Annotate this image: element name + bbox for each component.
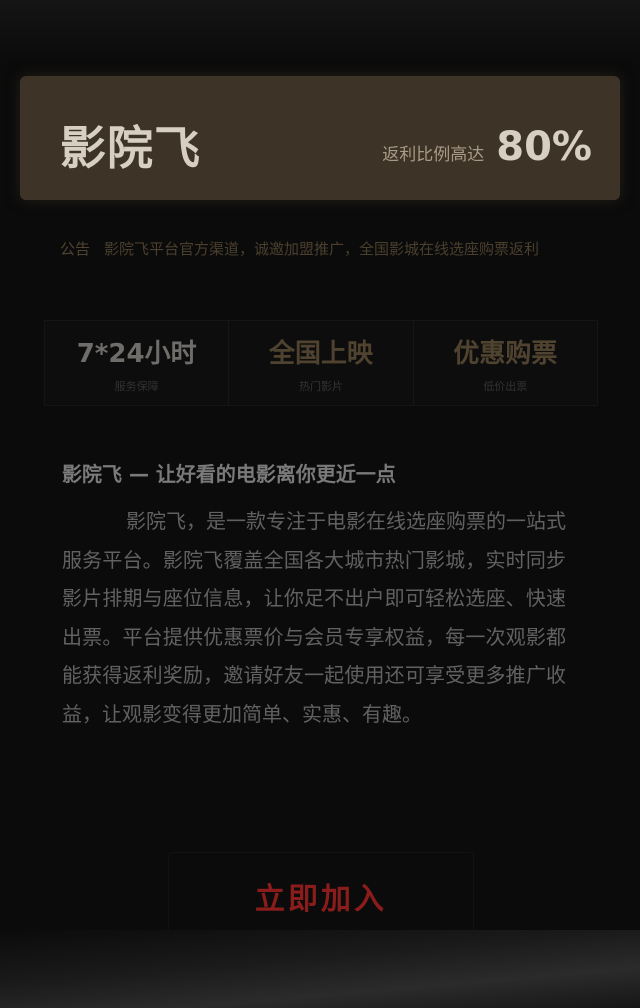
rebate-info: 返利比例高达 80% <box>382 124 592 170</box>
content-paragraph: 影院飞，是一款专注于电影在线选座购票的一站式服务平台。影院飞覆盖全国各大城市热门… <box>62 509 566 726</box>
floor-backdrop <box>0 930 640 1008</box>
rebate-subtitle: 返利比例高达 <box>382 145 485 165</box>
content-heading-text: 影院飞 — 让好看的电影离你更近一点 <box>62 462 396 486</box>
stat-value: 优惠购票 <box>453 338 558 369</box>
stat-discount: 优惠购票 低价出票 <box>412 321 597 405</box>
notice-tag: 公告 <box>60 240 91 258</box>
header-banner: 影院飞 返利比例高达 80% <box>20 76 620 200</box>
stat-movies: 全国上映 热门影片 <box>228 321 412 405</box>
notice-text: 影院飞平台官方渠道，诚邀加盟推广，全国影城在线选座购票返利 <box>104 240 540 258</box>
stat-label: 服务保障 <box>114 379 159 393</box>
notice-bar: 公告 影院飞平台官方渠道，诚邀加盟推广，全国影城在线选座购票返利 <box>60 238 590 259</box>
stat-service: 7*24小时 服务保障 <box>45 321 228 405</box>
rebate-percent: 80% <box>496 124 592 170</box>
content-heading: 影院飞 — 让好看的电影离你更近一点 <box>62 458 582 487</box>
header-title: 影院飞 <box>60 121 201 175</box>
stat-label: 低价出票 <box>483 379 528 393</box>
join-button[interactable]: 立即加入 <box>168 852 474 940</box>
stat-label: 热门影片 <box>298 379 343 393</box>
stat-value: 全国上映 <box>268 338 373 369</box>
feature-stats: 7*24小时 服务保障 全国上映 热门影片 优惠购票 低价出票 <box>44 320 598 406</box>
top-fade <box>0 0 640 60</box>
stat-value: 7*24小时 <box>76 338 197 369</box>
